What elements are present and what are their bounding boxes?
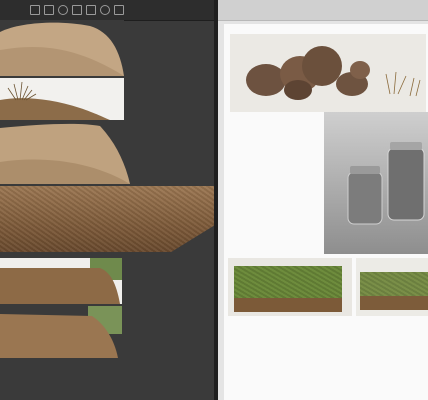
jars-image[interactable] — [324, 112, 428, 254]
moss-layer — [360, 272, 428, 298]
soil-bed-image[interactable] — [0, 258, 122, 304]
moss-layer — [234, 266, 342, 302]
sand-slope-image[interactable] — [0, 122, 130, 184]
tab-3[interactable] — [288, 3, 294, 17]
crop-tool-icon[interactable] — [86, 5, 96, 15]
jars-graphic — [347, 142, 425, 225]
tab-1[interactable] — [220, 3, 226, 17]
document-tabbar — [218, 0, 428, 21]
layers-tool-icon[interactable] — [114, 5, 124, 15]
sand-with-grass-image[interactable] — [0, 78, 124, 120]
tab-2[interactable] — [258, 3, 264, 17]
moss-image-right[interactable] — [356, 258, 428, 316]
grass-sand-graphic — [0, 81, 110, 120]
document-page — [224, 24, 428, 400]
pen-tool-icon[interactable] — [58, 5, 68, 15]
sand-mound-image-1[interactable] — [0, 20, 124, 76]
document-panel — [218, 0, 428, 400]
soil-mound-graphic — [0, 314, 118, 358]
image-workspace-panel — [0, 0, 214, 400]
grid-tool-icon[interactable] — [44, 5, 54, 15]
soil-texture-wide-image[interactable] — [0, 186, 214, 252]
moss-image-left[interactable] — [228, 258, 352, 316]
sand-slope-graphic — [0, 123, 130, 184]
move-tool-icon[interactable] — [30, 5, 40, 15]
rocks-image[interactable] — [230, 34, 426, 112]
select-tool-icon[interactable] — [72, 5, 82, 15]
rocks-graphic — [246, 46, 421, 100]
search-tool-icon[interactable] — [100, 5, 110, 15]
workspace-toolbar — [0, 0, 214, 21]
soil-mound-image[interactable] — [0, 306, 122, 358]
soil-bed-graphic — [0, 268, 120, 304]
tab-4[interactable] — [318, 3, 324, 17]
soil-layer — [234, 298, 342, 312]
soil-layer — [360, 296, 428, 310]
sand-mound-graphic — [0, 22, 124, 76]
